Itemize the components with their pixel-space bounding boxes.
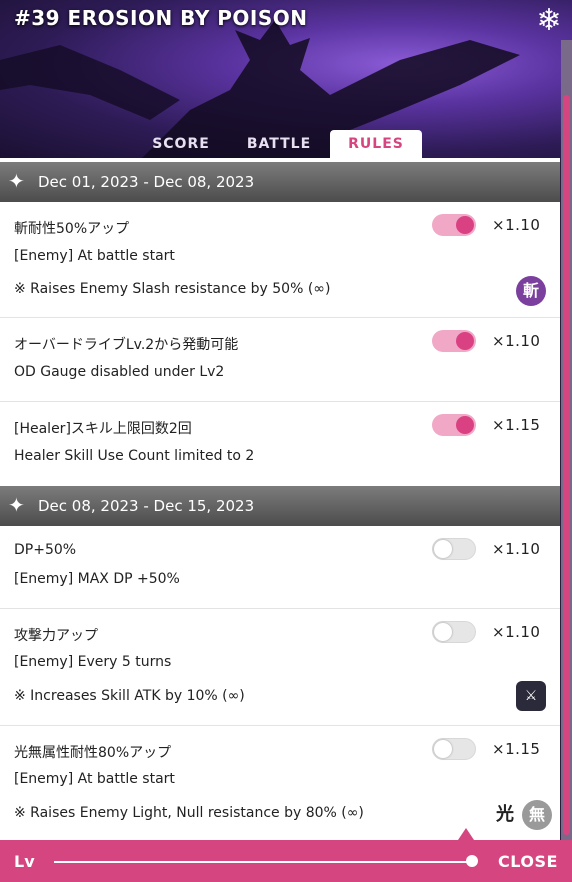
tab-battle[interactable]: BATTLE — [236, 130, 322, 158]
toggle-knob — [456, 216, 474, 234]
rule-toggle[interactable] — [432, 214, 476, 236]
rule-title-jp: DP+50% — [14, 542, 77, 558]
slider-pointer — [458, 828, 474, 840]
rule-toggle[interactable] — [432, 414, 476, 436]
toggle-knob — [456, 416, 474, 434]
quest-title: #39 EROSION BY POISON — [14, 6, 308, 30]
header-banner: #39 EROSION BY POISON ❄ SCORE BATTLE RUL… — [0, 0, 572, 160]
rule-description: OD Gauge disabled under Lv2 — [14, 364, 225, 380]
snowflake-icon[interactable]: ❄ — [532, 4, 566, 38]
rule-description: [Enemy] At battle start — [14, 248, 175, 264]
null-resist-icon: 無 — [522, 800, 552, 830]
toggle-knob — [434, 540, 452, 558]
tab-rules[interactable]: RULES — [330, 130, 422, 158]
rule-item: [Healer]スキル上限回数2回 ×1.15 Healer Skill Use… — [0, 402, 560, 485]
tab-bar: SCORE BATTLE RULES — [0, 126, 572, 160]
rule-description: Healer Skill Use Count limited to 2 — [14, 448, 255, 464]
rule-item: オーバードライブLv.2から発動可能 ×1.10 OD Gauge disabl… — [0, 318, 560, 402]
sparkle-icon: ✦ — [8, 493, 25, 517]
rule-description: [Enemy] Every 5 turns — [14, 654, 172, 670]
rule-toggle[interactable] — [432, 621, 476, 643]
rule-multiplier: ×1.10 — [492, 623, 541, 641]
date-range-text: Dec 01, 2023 - Dec 08, 2023 — [38, 173, 255, 191]
lv-label: Lv — [14, 852, 35, 871]
close-button[interactable]: CLOSE — [498, 852, 558, 871]
rule-note: ※ Raises Enemy Slash resistance by 50% (… — [14, 281, 331, 297]
date-range-header: ✦ Dec 01, 2023 - Dec 08, 2023 — [0, 162, 560, 202]
toggle-knob — [434, 740, 452, 758]
slash-resist-icon: 斬 — [516, 276, 546, 306]
rule-toggle[interactable] — [432, 330, 476, 352]
lv-slider-track[interactable] — [54, 861, 474, 863]
date-range-text: Dec 08, 2023 - Dec 15, 2023 — [38, 497, 255, 515]
rule-multiplier: ×1.10 — [492, 216, 541, 234]
rule-item: DP+50% ×1.10 [Enemy] MAX DP +50% — [0, 526, 560, 609]
rule-description: [Enemy] MAX DP +50% — [14, 571, 180, 587]
toggle-knob — [434, 623, 452, 641]
light-resist-icon: 光 — [496, 804, 514, 825]
rule-note: ※ Raises Enemy Light, Null resistance by… — [14, 805, 364, 821]
lv-slider-handle[interactable] — [466, 855, 478, 867]
rule-item: 光無属性耐性80%アップ ×1.15 [Enemy] At battle sta… — [0, 726, 560, 840]
date-range-header: ✦ Dec 08, 2023 - Dec 15, 2023 — [0, 486, 560, 526]
rule-title-jp: [Healer]スキル上限回数2回 — [14, 421, 192, 437]
sword-buff-icon: ⚔ — [516, 681, 546, 711]
rule-description: [Enemy] At battle start — [14, 771, 175, 787]
rules-list[interactable]: ✦ Dec 01, 2023 - Dec 08, 2023 斬耐性50%アップ … — [0, 158, 560, 840]
tab-score[interactable]: SCORE — [140, 130, 222, 158]
rule-toggle[interactable] — [432, 738, 476, 760]
rule-multiplier: ×1.15 — [492, 740, 541, 758]
rule-multiplier: ×1.10 — [492, 540, 541, 558]
scrollbar-thumb[interactable] — [563, 95, 570, 835]
scrollbar[interactable] — [561, 40, 572, 840]
rule-title-jp: 光無属性耐性80%アップ — [14, 745, 172, 761]
rule-multiplier: ×1.15 — [492, 416, 541, 434]
rule-title-jp: 攻撃力アップ — [14, 628, 98, 644]
rule-title-jp: オーバードライブLv.2から発動可能 — [14, 337, 239, 353]
rule-item: 攻撃力アップ ×1.10 [Enemy] Every 5 turns ※ Inc… — [0, 609, 560, 726]
rule-multiplier: ×1.10 — [492, 332, 541, 350]
rule-title-jp: 斬耐性50%アップ — [14, 221, 130, 237]
sparkle-icon: ✦ — [8, 169, 25, 193]
rule-toggle[interactable] — [432, 538, 476, 560]
footer-bar: Lv CLOSE — [0, 840, 572, 882]
rule-item: 斬耐性50%アップ ×1.10 [Enemy] At battle start … — [0, 202, 560, 318]
toggle-knob — [456, 332, 474, 350]
rule-note: ※ Increases Skill ATK by 10% (∞) — [14, 688, 245, 704]
